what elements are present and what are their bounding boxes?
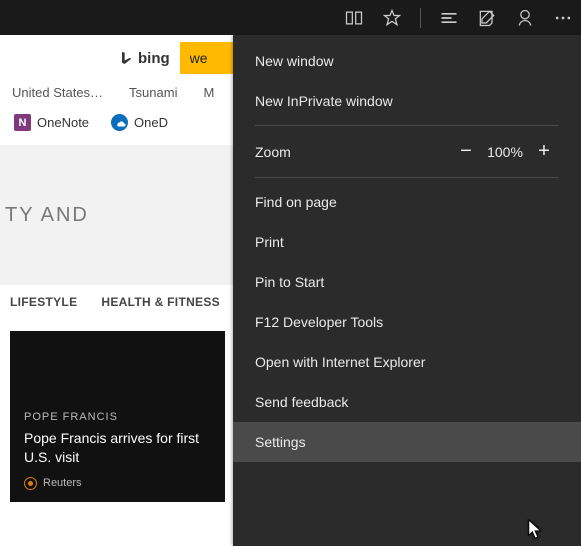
onenote-icon: N [14,114,31,131]
zoom-label: Zoom [255,144,451,160]
reading-view-icon[interactable] [344,8,364,28]
category-link[interactable]: HEALTH & FITNESS [101,295,220,309]
reuters-icon [24,477,37,490]
menu-pin[interactable]: Pin to Start [233,262,581,302]
zoom-value: 100% [481,144,529,160]
news-source: Reuters [24,477,211,490]
news-headline: Pope Francis arrives for first U.S. visi… [24,429,211,467]
menu-feedback[interactable]: Send feedback [233,382,581,422]
trending-item[interactable]: Tsunami [129,85,177,100]
menu-separator [255,177,559,178]
menu-devtools[interactable]: F12 Developer Tools [233,302,581,342]
bing-label: bing [138,50,170,67]
trending-item[interactable]: United States… [12,85,103,100]
news-tag: POPE FRANCIS [24,411,211,423]
more-icon[interactable] [553,8,573,28]
share-icon[interactable] [515,8,535,28]
zoom-in-button[interactable]: + [529,140,559,163]
news-card[interactable]: POPE FRANCIS Pope Francis arrives for fi… [10,331,225,502]
onedrive-icon [111,114,128,131]
favorite-label: OneNote [37,115,89,130]
menu-print[interactable]: Print [233,222,581,262]
toolbar-separator [420,8,421,28]
menu-new-window[interactable]: New window [233,35,581,81]
cursor-icon [527,518,545,540]
star-icon[interactable] [382,8,402,28]
favorite-label: OneD [134,115,168,130]
trending-item[interactable]: M [203,85,214,100]
menu-separator [255,125,559,126]
hub-icon[interactable] [439,8,459,28]
bing-logo: bing [118,50,170,67]
zoom-out-button[interactable]: − [451,140,481,163]
hero-text: TY AND [0,203,89,227]
menu-open-ie[interactable]: Open with Internet Explorer [233,342,581,382]
menu-new-inprivate[interactable]: New InPrivate window [233,81,581,121]
menu-settings[interactable]: Settings [233,422,581,462]
category-link[interactable]: LIFESTYLE [10,295,77,309]
favorite-onenote[interactable]: N OneNote [14,114,89,131]
menu-zoom-row: Zoom − 100% + [233,130,581,173]
webnote-icon[interactable] [477,8,497,28]
more-menu: New window New InPrivate window Zoom − 1… [233,35,581,546]
title-bar [0,0,581,35]
menu-find[interactable]: Find on page [233,182,581,222]
source-label: Reuters [43,477,82,489]
favorite-onedrive[interactable]: OneD [111,114,168,131]
